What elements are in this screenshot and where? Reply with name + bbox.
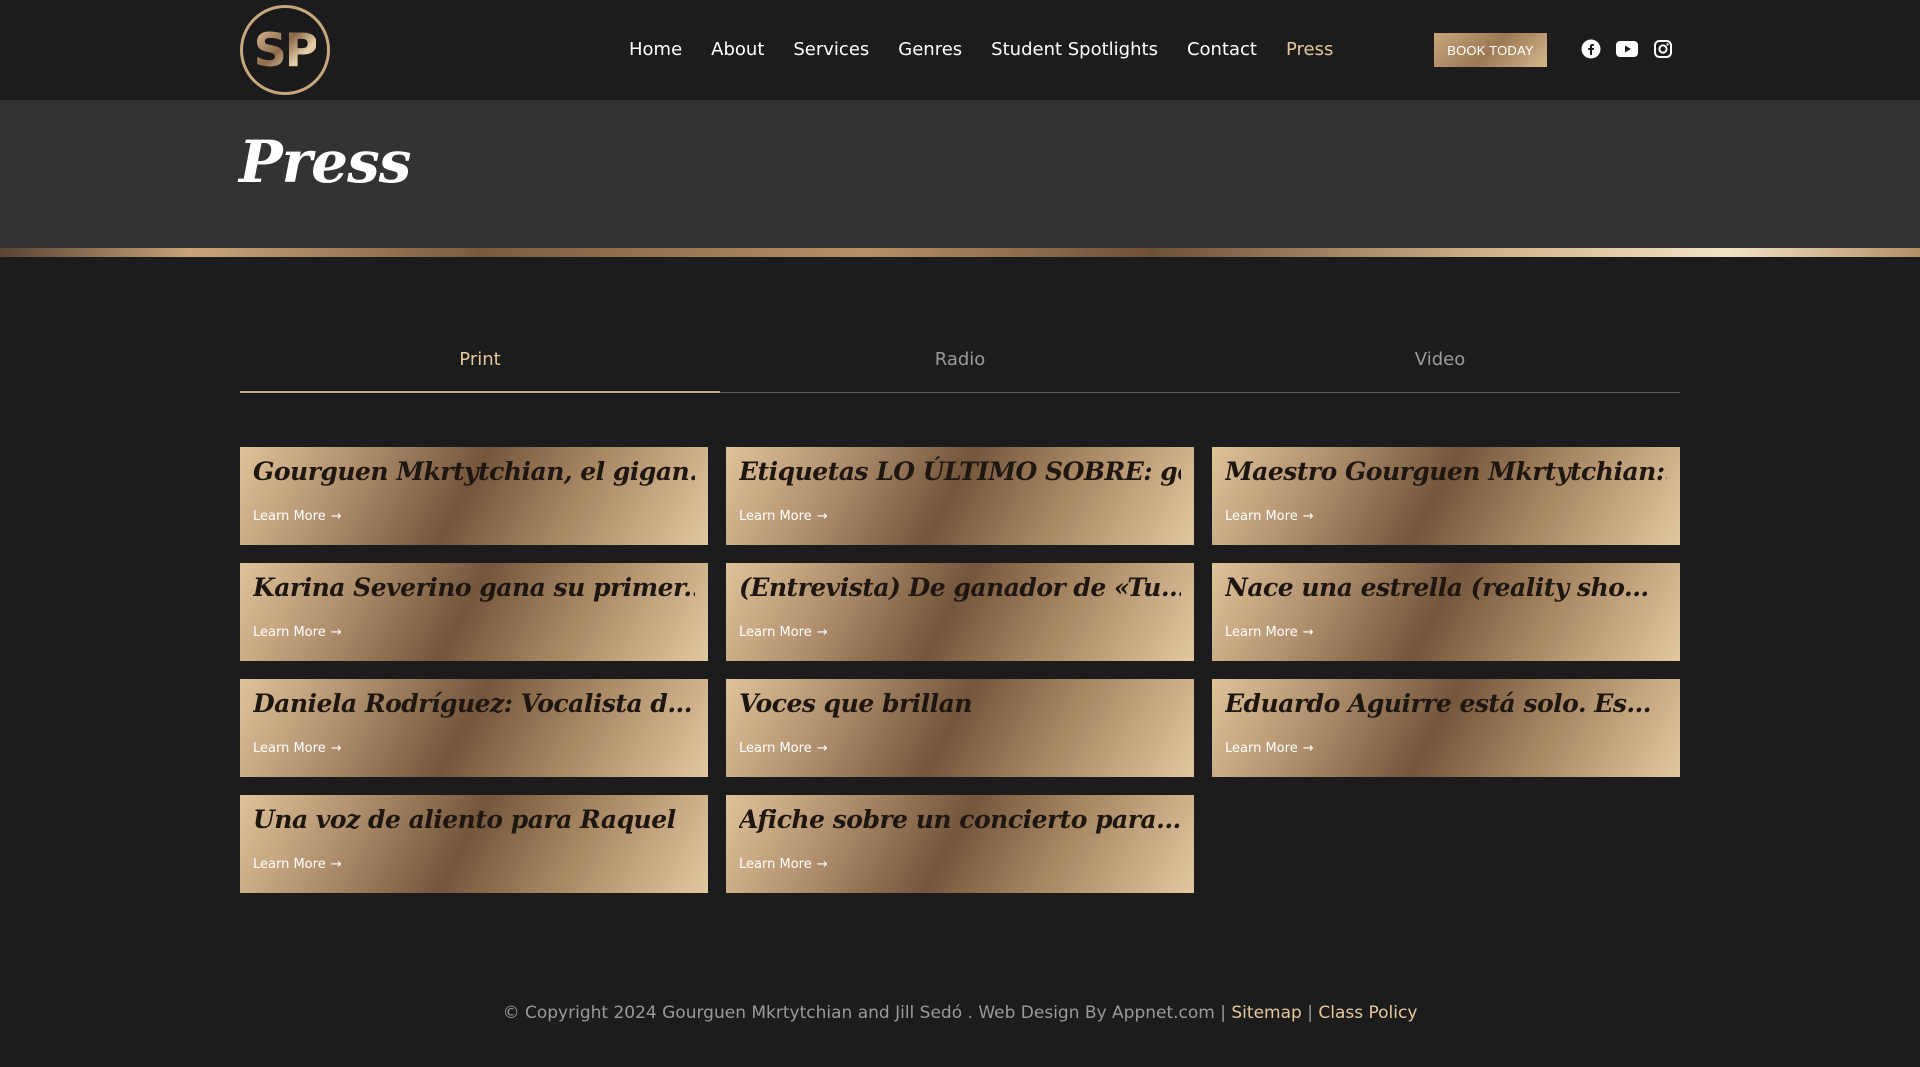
- arrow-right-icon: →: [816, 625, 828, 640]
- arrow-right-icon: →: [816, 741, 828, 756]
- learn-more-link[interactable]: Learn More →: [253, 741, 342, 756]
- tab-print[interactable]: Print: [240, 340, 720, 393]
- learn-more-link[interactable]: Learn More →: [1225, 625, 1314, 640]
- instagram-icon[interactable]: [1652, 38, 1674, 60]
- press-card[interactable]: Daniela Rodríguez: Vocalista d... Learn …: [240, 679, 708, 777]
- press-card[interactable]: (Entrevista) De ganador de «Tu... Learn …: [726, 563, 1194, 661]
- gold-divider: [0, 248, 1920, 257]
- press-card-title: Eduardo Aguirre está solo. Es...: [1225, 689, 1652, 718]
- learn-more-label: Learn More: [253, 625, 326, 640]
- nav-contact[interactable]: Contact: [1187, 36, 1257, 64]
- learn-more-label: Learn More: [253, 857, 326, 872]
- press-card-title: Maestro Gourguen Mkrtytchian:...: [1225, 457, 1667, 486]
- press-card-title: (Entrevista) De ganador de «Tu...: [739, 573, 1181, 602]
- nav-genres[interactable]: Genres: [898, 36, 962, 64]
- press-card[interactable]: Maestro Gourguen Mkrtytchian:... Learn M…: [1212, 447, 1680, 545]
- arrow-right-icon: →: [816, 509, 828, 524]
- press-card-title: Etiquetas LO ÚLTIMO SOBRE: gou...: [739, 457, 1181, 486]
- press-card[interactable]: Karina Severino gana su primer... Learn …: [240, 563, 708, 661]
- page-title: Press: [239, 128, 411, 196]
- learn-more-label: Learn More: [1225, 625, 1298, 640]
- learn-more-link[interactable]: Learn More →: [1225, 741, 1314, 756]
- learn-more-link[interactable]: Learn More →: [253, 625, 342, 640]
- learn-more-link[interactable]: Learn More →: [739, 509, 828, 524]
- press-card-title: Gourguen Mkrtytchian, el gigan...: [253, 457, 695, 486]
- logo-text: SP: [253, 23, 319, 77]
- arrow-right-icon: →: [1302, 625, 1314, 640]
- footer-separator: |: [1307, 1003, 1313, 1023]
- site-footer: © Copyright 2024 Gourguen Mkrtytchian an…: [0, 1003, 1920, 1023]
- press-card[interactable]: Voces que brillan Learn More →: [726, 679, 1194, 777]
- copyright-text: © Copyright 2024 Gourguen Mkrtytchian an…: [502, 1003, 1226, 1023]
- press-card-title: Karina Severino gana su primer...: [253, 573, 695, 602]
- press-card[interactable]: Etiquetas LO ÚLTIMO SOBRE: gou... Learn …: [726, 447, 1194, 545]
- arrow-right-icon: →: [330, 509, 342, 524]
- learn-more-link[interactable]: Learn More →: [253, 509, 342, 524]
- learn-more-label: Learn More: [739, 509, 812, 524]
- press-card-title: Afiche sobre un concierto para...: [739, 805, 1181, 834]
- site-header: SP Home About Services Genres Student Sp…: [0, 0, 1920, 100]
- press-card[interactable]: Nace una estrella (reality sho... Learn …: [1212, 563, 1680, 661]
- class-policy-link[interactable]: Class Policy: [1318, 1003, 1417, 1023]
- tab-video[interactable]: Video: [1200, 340, 1680, 392]
- press-tabs: Print Radio Video: [240, 340, 1680, 393]
- arrow-right-icon: →: [330, 741, 342, 756]
- nav-student-spotlights[interactable]: Student Spotlights: [991, 36, 1158, 64]
- nav-about[interactable]: About: [711, 36, 764, 64]
- learn-more-link[interactable]: Learn More →: [253, 857, 342, 872]
- learn-more-label: Learn More: [739, 741, 812, 756]
- press-card-title: Voces que brillan: [739, 689, 972, 718]
- learn-more-label: Learn More: [1225, 509, 1298, 524]
- youtube-icon[interactable]: [1616, 38, 1638, 60]
- press-card-title: Daniela Rodríguez: Vocalista d...: [253, 689, 692, 718]
- press-card[interactable]: Una voz de aliento para Raquel Learn Mor…: [240, 795, 708, 893]
- main-nav: Home About Services Genres Student Spotl…: [629, 36, 1362, 64]
- press-card-title: Una voz de aliento para Raquel: [253, 805, 676, 834]
- nav-services[interactable]: Services: [793, 36, 869, 64]
- site-logo[interactable]: SP: [240, 5, 330, 95]
- learn-more-label: Learn More: [253, 509, 326, 524]
- press-card[interactable]: Eduardo Aguirre está solo. Es... Learn M…: [1212, 679, 1680, 777]
- arrow-right-icon: →: [330, 625, 342, 640]
- sitemap-link[interactable]: Sitemap: [1231, 1003, 1301, 1023]
- learn-more-label: Learn More: [739, 625, 812, 640]
- social-links: [1580, 38, 1674, 62]
- learn-more-label: Learn More: [253, 741, 326, 756]
- book-today-button[interactable]: BOOK TODAY: [1434, 33, 1547, 67]
- learn-more-link[interactable]: Learn More →: [1225, 509, 1314, 524]
- nav-home[interactable]: Home: [629, 36, 682, 64]
- press-card[interactable]: Gourguen Mkrtytchian, el gigan... Learn …: [240, 447, 708, 545]
- arrow-right-icon: →: [1302, 509, 1314, 524]
- press-card-title: Nace una estrella (reality sho...: [1225, 573, 1649, 602]
- facebook-icon[interactable]: [1580, 38, 1602, 60]
- nav-press[interactable]: Press: [1286, 36, 1333, 64]
- learn-more-label: Learn More: [739, 857, 812, 872]
- press-card[interactable]: Afiche sobre un concierto para... Learn …: [726, 795, 1194, 893]
- learn-more-link[interactable]: Learn More →: [739, 741, 828, 756]
- arrow-right-icon: →: [1302, 741, 1314, 756]
- press-card-grid: Gourguen Mkrtytchian, el gigan... Learn …: [240, 447, 1680, 893]
- arrow-right-icon: →: [330, 857, 342, 872]
- learn-more-link[interactable]: Learn More →: [739, 625, 828, 640]
- tab-radio[interactable]: Radio: [720, 340, 1200, 392]
- learn-more-link[interactable]: Learn More →: [739, 857, 828, 872]
- arrow-right-icon: →: [816, 857, 828, 872]
- learn-more-label: Learn More: [1225, 741, 1298, 756]
